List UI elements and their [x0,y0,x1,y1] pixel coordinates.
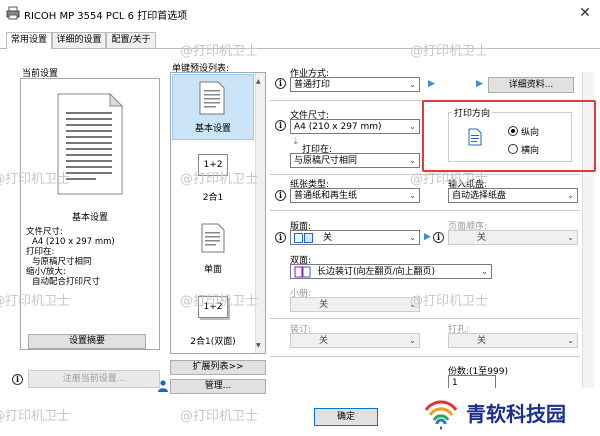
ok-button[interactable]: 确定 [314,408,378,426]
chevron-down-icon: ⌄ [409,122,416,131]
duplex-icon [294,266,312,278]
detail-line: A4 (210 x 297 mm) [32,237,115,247]
preset-label: 2合1 [202,193,224,203]
detail-line: 与原稿尺寸相同 [32,257,92,267]
page-icon [304,233,313,243]
input-tray-select[interactable]: 自动选择纸盘 ⌄ [448,188,578,203]
user-icon [158,380,168,392]
landscape-option-label: 横向 [521,146,540,156]
page-order-value: 关 [477,233,487,243]
orientation-group [448,112,572,162]
job-type-select[interactable]: 普通打印 ⌄ [290,77,420,92]
close-button[interactable]: ✕ [574,2,596,24]
chevron-down-icon: ⌄ [409,156,416,165]
preset-label: 单面 [203,265,222,275]
presets-scrollbar[interactable] [255,73,265,353]
portrait-radio[interactable] [508,126,518,136]
arrow-down-icon: ⇣ [292,137,300,147]
portrait-page-icon [468,128,482,146]
orientation-label: 打印方向 [452,106,493,119]
printer-icon [6,6,20,20]
info-icon: i [275,190,286,201]
duplex-select[interactable]: 长边装订(向左翻页/向上翻页) ⌄ [290,264,492,279]
layout-value: 关 [323,233,333,243]
chevron-down-icon: ⌄ [409,80,416,89]
preset-label: 2合1(双面) [190,337,236,347]
chevron-down-icon: ⌄ [567,233,574,242]
paper-size-value: A4 (210 x 297 mm) [294,122,382,132]
landscape-radio[interactable] [508,144,518,154]
duplex-value: 长边装订(向左翻页/向上翻页) [317,267,436,277]
divider [270,318,580,319]
input-tray-value: 自动选择纸盘 [452,191,507,201]
register-settings-button[interactable]: 注册当前设置... [28,370,160,388]
info-icon: i [433,232,444,243]
document-preview-icon [54,88,126,198]
preset-label: 基本设置 [194,124,231,134]
single-sided-icon [200,222,226,254]
expand-list-button[interactable]: 扩展列表>> [170,360,266,375]
copies-value: 1 [452,378,458,388]
two-in-one-duplex-icon: 1+2 [198,296,228,318]
wifi-logo-icon [420,392,462,432]
booklet-select[interactable]: 关 ⌄ [290,297,420,312]
info-icon: i [12,374,23,385]
divider [270,356,580,357]
page-order-select[interactable]: 关 ⌄ [448,230,578,245]
paper-type-value: 普通纸和再生纸 [294,191,358,201]
chevron-down-icon: ⌄ [409,191,416,200]
print-on-value: 与原稿尺寸相同 [294,156,358,166]
detail-line: 打印在: [26,247,55,257]
detail-line: 自动配合打印尺寸 [32,277,101,287]
punch-value: 关 [477,336,487,346]
manage-button[interactable]: 管理... [170,379,266,394]
chevron-down-icon: ⌄ [567,191,574,200]
chevron-down-icon: ⌄ [567,336,574,345]
booklet-value: 关 [319,300,329,310]
info-icon: i [275,78,286,89]
window-title: RICOH MP 3554 PCL 6 打印首选项 [24,11,188,22]
chevron-down-icon: ⌄ [409,336,416,345]
brand-name: 青软科技园 [466,402,566,426]
layout-select[interactable]: 关 ⌄ [290,230,420,245]
current-settings-details: 文件尺寸: A4 (210 x 297 mm) 打印在: 与原稿尺寸相同 缩小/… [26,227,115,287]
scroll-down-icon[interactable]: ▼ [256,342,261,349]
staple-value: 关 [319,336,329,346]
detail-line: 文件尺寸: [26,227,63,237]
copies-input[interactable]: 1 [448,375,496,389]
details-button[interactable]: 详细资料... [488,77,574,93]
job-type-value: 普通打印 [294,80,331,90]
tab-config-about[interactable]: 配置/关于 [106,32,156,48]
chevron-down-icon: ⌄ [481,267,488,276]
single-page-icon [198,80,226,116]
punch-select[interactable]: 关 ⌄ [448,333,578,348]
settings-summary-button[interactable]: 设置摘要 [28,334,146,349]
paper-type-select[interactable]: 普通纸和再生纸 ⌄ [290,188,420,203]
portrait-option-label: 纵向 [521,128,540,138]
two-in-one-icon: 1+2 [198,154,228,176]
preview-caption: 基本设置 [71,213,108,223]
info-icon: i [275,120,286,131]
arrow-right-icon: ▶ [476,79,483,89]
print-on-select[interactable]: 与原稿尺寸相同 ⌄ [290,153,420,168]
arrow-right-icon: ▶ [424,232,431,242]
staple-select[interactable]: 关 ⌄ [290,333,420,348]
tab-detailed-settings[interactable]: 详细的设置 [52,32,106,48]
divider [270,210,580,211]
detail-line: 缩小/放大: [26,267,66,277]
arrow-right-icon: ▶ [428,79,435,89]
chevron-down-icon: ⌄ [409,300,416,309]
info-icon: i [275,232,286,243]
divider [270,174,580,175]
tab-common-settings[interactable]: 常用设置 [6,32,52,49]
paper-size-select[interactable]: A4 (210 x 297 mm) ⌄ [290,119,420,134]
page-icon [294,233,303,243]
scroll-up-icon[interactable]: ▲ [256,78,261,85]
chevron-down-icon: ⌄ [409,233,416,242]
